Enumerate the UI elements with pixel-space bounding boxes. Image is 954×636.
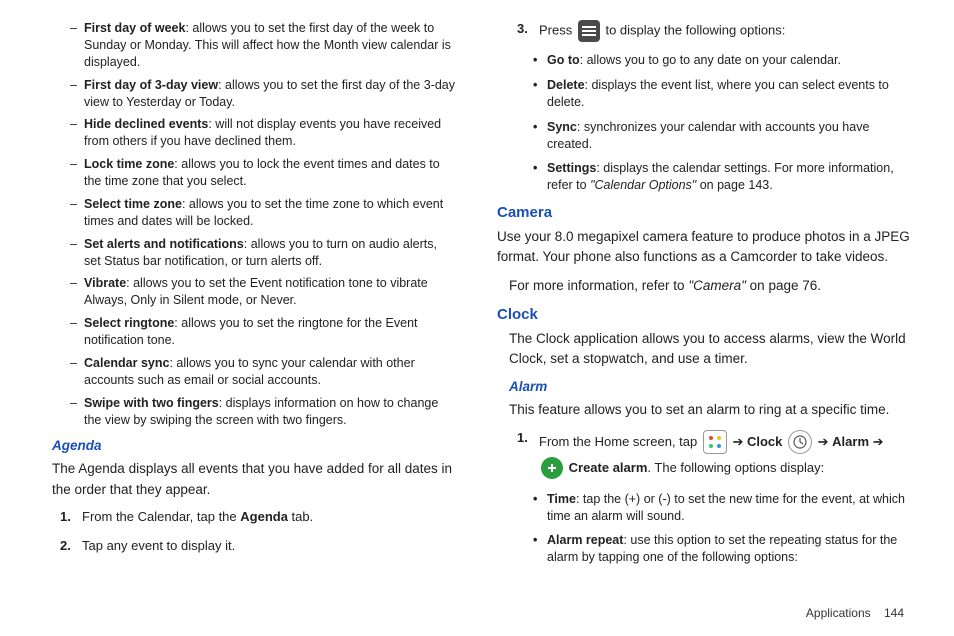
alarm-heading: Alarm — [509, 379, 914, 394]
list-item: •Delete: displays the event list, where … — [533, 77, 914, 111]
page-content: –First day of week: allows you to set th… — [0, 0, 954, 636]
list-item: –Select ringtone: allows you to set the … — [70, 315, 457, 349]
agenda-intro: The Agenda displays all events that you … — [52, 459, 457, 500]
page-footer: Applications 144 — [806, 606, 904, 620]
list-item: •Settings: displays the calendar setting… — [533, 160, 914, 194]
left-column: –First day of week: allows you to set th… — [40, 20, 457, 626]
apps-icon — [703, 430, 727, 454]
menu-icon — [578, 20, 600, 42]
clock-icon — [788, 430, 812, 454]
list-item: –Select time zone: allows you to set the… — [70, 196, 457, 230]
camera-p1: Use your 8.0 megapixel camera feature to… — [497, 227, 914, 268]
alarm-step-1: 1. From the Home screen, tap ➔ Clock ➔ A… — [517, 429, 914, 481]
list-item: –First day of week: allows you to set th… — [70, 20, 457, 71]
page-number: 144 — [884, 606, 904, 620]
list-item: •Go to: allows you to go to any date on … — [533, 52, 914, 69]
list-item: –Lock time zone: allows you to lock the … — [70, 156, 457, 190]
step-2: 2. Tap any event to display it. — [60, 537, 457, 556]
alarm-intro: This feature allows you to set an alarm … — [509, 400, 914, 420]
list-item: –Hide declined events: will not display … — [70, 116, 457, 150]
list-item: •Alarm repeat: use this option to set th… — [533, 532, 914, 566]
list-item: –Swipe with two fingers: displays inform… — [70, 395, 457, 429]
list-item: –First day of 3-day view: allows you to … — [70, 77, 457, 111]
list-item: –Set alerts and notifications: allows yo… — [70, 236, 457, 270]
clock-p1: The Clock application allows you to acce… — [509, 329, 914, 370]
camera-heading: Camera — [497, 204, 914, 221]
camera-p2: For more information, refer to "Camera" … — [509, 276, 914, 296]
right-column: 3. Press to display the following option… — [497, 20, 914, 626]
section-label: Applications — [806, 606, 871, 620]
list-item: –Calendar sync: allows you to sync your … — [70, 355, 457, 389]
step-1: 1. From the Calendar, tap the Agenda tab… — [60, 508, 457, 527]
list-item: •Time: tap the (+) or (-) to set the new… — [533, 491, 914, 525]
step-3: 3. Press to display the following option… — [517, 20, 914, 42]
agenda-heading: Agenda — [52, 438, 457, 453]
clock-heading: Clock — [497, 306, 914, 323]
plus-icon — [541, 457, 563, 479]
list-item: •Sync: synchronizes your calendar with a… — [533, 119, 914, 153]
list-item: –Vibrate: allows you to set the Event no… — [70, 275, 457, 309]
